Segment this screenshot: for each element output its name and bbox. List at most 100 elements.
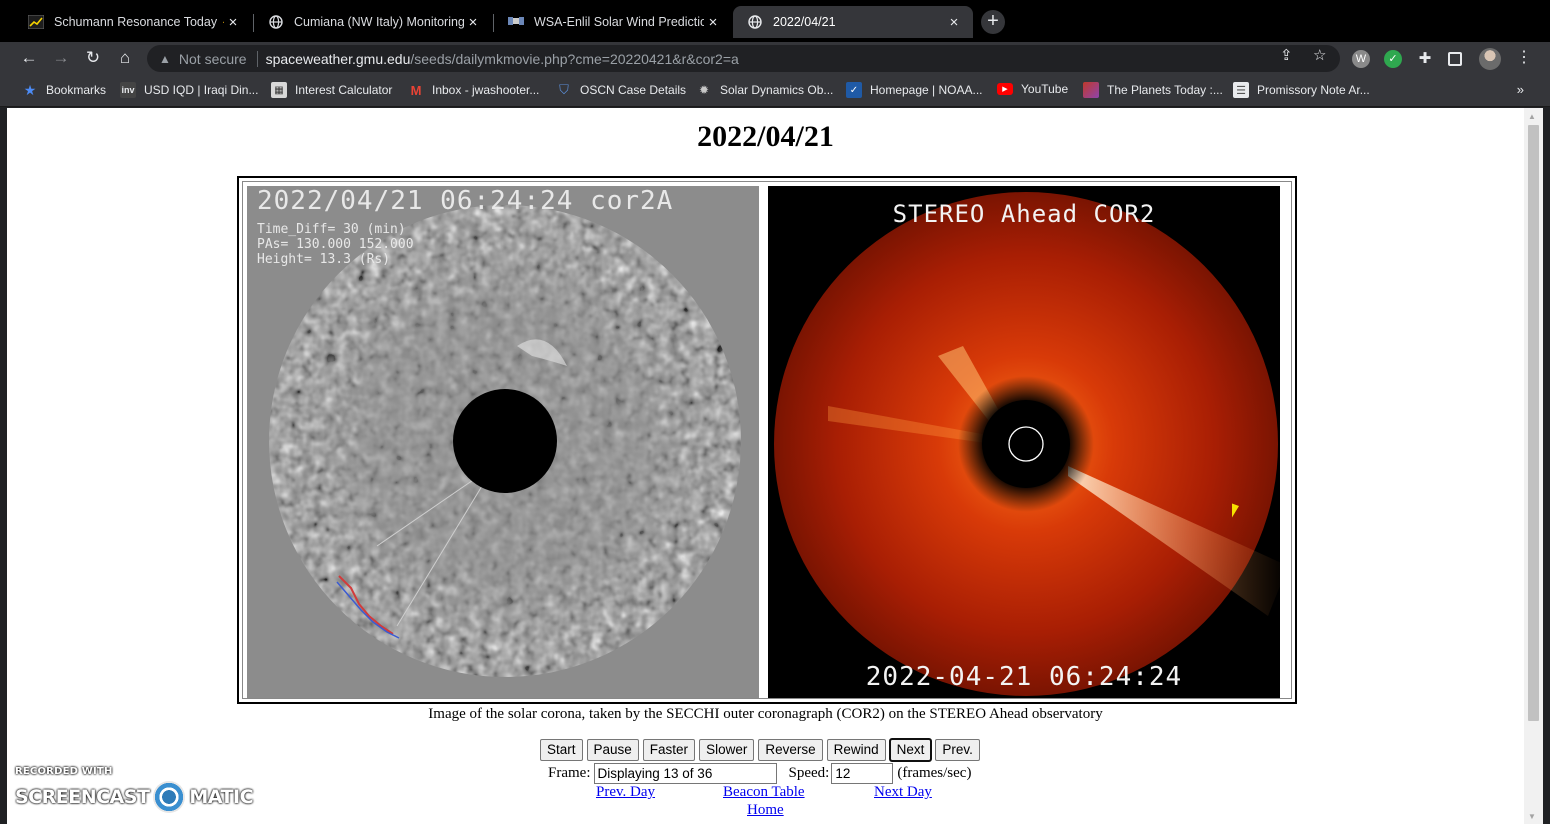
web-page: 2022/04/21 2022/04/21 06:24:24 cor2A Tim…	[7, 108, 1524, 824]
tab-wsa-enlil[interactable]: WSA-Enlil Solar Wind Prediction ×	[494, 6, 732, 38]
home-icon[interactable]: ⌂	[113, 46, 137, 70]
scrollbar-thumb[interactable]	[1528, 125, 1539, 721]
side-panel-icon[interactable]	[1448, 52, 1462, 66]
bookmarks-bar: ★ Bookmarks inv USD IQD | Iraqi Din... ▦…	[0, 74, 1550, 107]
bookmark-label: Promissory Note Ar...	[1257, 83, 1370, 97]
globe-icon	[747, 14, 763, 30]
scroll-down-icon[interactable]: ▼	[1528, 812, 1536, 821]
bookmark-label: Bookmarks	[46, 83, 107, 97]
close-icon[interactable]: ×	[224, 14, 242, 31]
bookmark-label: Inbox - jwashooter...	[432, 83, 540, 97]
frame-field[interactable]	[593, 763, 777, 784]
overlay-height: Height= 13.3 (Rs)	[257, 252, 391, 267]
planets-icon	[1083, 82, 1099, 98]
bookmark-inbox[interactable]: M Inbox - jwashooter...	[408, 82, 540, 98]
calculator-icon: ▦	[271, 82, 287, 98]
next-day-link[interactable]: Next Day	[874, 784, 932, 801]
bookmark-label: YouTube	[1021, 82, 1069, 96]
share-icon[interactable]: ⇪	[1280, 46, 1293, 64]
bookmark-promissory-note[interactable]: ☰ Promissory Note Ar...	[1233, 82, 1370, 98]
image-title: STEREO Ahead COR2	[892, 200, 1156, 228]
close-icon[interactable]: ×	[704, 14, 722, 31]
bookmark-usd-iqd[interactable]: inv USD IQD | Iraqi Din...	[120, 82, 258, 98]
next-button[interactable]: Next	[888, 738, 933, 762]
bookmark-interest-calculator[interactable]: ▦ Interest Calculator	[271, 82, 392, 98]
tab-2022-04-21[interactable]: 2022/04/21 ×	[733, 6, 973, 38]
bookmark-label: Interest Calculator	[295, 83, 393, 97]
bookmark-star-icon[interactable]: ☆	[1313, 46, 1326, 64]
security-label: Not secure	[178, 50, 247, 67]
noaa-icon: ✓	[846, 82, 862, 98]
bookmark-bookmarks[interactable]: ★ Bookmarks	[22, 82, 106, 98]
avatar[interactable]	[1479, 48, 1501, 70]
tab-title: WSA-Enlil Solar Wind Prediction	[534, 15, 704, 29]
new-tab-button[interactable]: +	[981, 10, 1005, 34]
watermark-brand-left: SCREENCAST	[15, 786, 150, 808]
divider	[256, 50, 258, 67]
bookmark-sdo[interactable]: ✹ Solar Dynamics Ob...	[696, 82, 833, 98]
tab-title: Schumann Resonance Today ⚡	[54, 14, 224, 29]
beacon-table-link[interactable]: Beacon Table	[723, 784, 805, 801]
bookmark-planets-today[interactable]: The Planets Today :...	[1083, 82, 1223, 98]
slower-button[interactable]: Slower	[699, 739, 755, 761]
sdo-icon: ✹	[698, 83, 710, 97]
reverse-button[interactable]: Reverse	[758, 739, 823, 761]
tab-schumann[interactable]: Schumann Resonance Today ⚡ ×	[14, 6, 252, 38]
bookmark-label: USD IQD | Iraqi Din...	[144, 83, 259, 97]
watermark-recorded-with: RECORDED WITH	[15, 766, 113, 777]
bookmark-youtube[interactable]: ▶ YouTube	[997, 82, 1068, 96]
speed-field[interactable]	[831, 763, 894, 784]
back-icon[interactable]: ←	[17, 46, 41, 70]
tab-strip: Schumann Resonance Today ⚡ × Cumiana (NW…	[0, 0, 1550, 42]
warning-icon: ▲	[159, 51, 171, 66]
bookmark-label: The Planets Today :...	[1107, 83, 1223, 97]
stereo-cor2-image: STEREO Ahead COR2 2022-04-21 06:24:24	[768, 186, 1280, 698]
menu-kebab-icon[interactable]: ⋮	[1516, 47, 1532, 67]
watermark-brand-right: MATIC	[189, 786, 254, 808]
address-bar[interactable]: ▲ Not secure spaceweather.gmu.edu /seeds…	[147, 45, 1340, 72]
home-link[interactable]: Home	[747, 802, 784, 819]
recorder-watermark: RECORDED WITH SCREENCAST MATIC	[15, 766, 254, 813]
browser-toolbar: ← → ↻ ⌂ ▲ Not secure spaceweather.gmu.ed…	[0, 42, 1550, 74]
inv-icon: inv	[120, 82, 136, 98]
image-timestamp: 2022-04-21 06:24:24	[865, 662, 1183, 692]
frame-speed-row: Frame: Speed: (frames/sec)	[548, 763, 971, 784]
tab-title: 2022/04/21	[773, 15, 836, 29]
pause-button[interactable]: Pause	[586, 739, 639, 761]
overlay-time-diff: Time_Diff= 30 (min)	[257, 222, 406, 237]
tab-title: Cumiana (NW Italy) Monitoring S	[294, 15, 464, 29]
forward-icon[interactable]: →	[49, 46, 73, 70]
prev-day-link[interactable]: Prev. Day	[596, 784, 655, 801]
extension-w-icon[interactable]: W	[1352, 50, 1370, 68]
running-difference-image: 2022/04/21 06:24:24 cor2A Time_Diff= 30 …	[247, 186, 759, 698]
frame-label: Frame:	[548, 765, 591, 781]
rewind-button[interactable]: Rewind	[826, 739, 886, 761]
window-edge	[1543, 108, 1550, 824]
satellite-icon	[508, 14, 524, 30]
start-button[interactable]: Start	[540, 739, 583, 761]
reload-icon[interactable]: ↻	[81, 46, 105, 70]
page-scrollbar[interactable]: ▲ ▼	[1524, 108, 1543, 824]
bookmark-oscn[interactable]: ⛉ OSCN Case Details	[556, 82, 686, 98]
prev-button[interactable]: Prev.	[935, 739, 980, 761]
close-icon[interactable]: ×	[945, 14, 963, 31]
screencast-logo-icon	[153, 781, 186, 813]
bookmarks-overflow-icon[interactable]: »	[1517, 82, 1524, 97]
bookmark-label: Solar Dynamics Ob...	[720, 83, 834, 97]
shield-icon: ⛉	[559, 82, 569, 97]
speed-label: Speed:	[788, 765, 830, 781]
chart-icon	[28, 14, 44, 30]
corona-graphic	[768, 186, 1280, 698]
faster-button[interactable]: Faster	[642, 739, 696, 761]
bookmark-noaa[interactable]: ✓ Homepage | NOAA...	[846, 82, 983, 98]
page-title: 2022/04/21	[697, 120, 834, 153]
extensions-puzzle-icon[interactable]: ✚	[1416, 50, 1434, 68]
url-host: spaceweather.gmu.edu	[265, 50, 411, 67]
document-icon: ☰	[1233, 82, 1249, 98]
close-icon[interactable]: ×	[464, 14, 482, 31]
extension-check-icon[interactable]: ✓	[1384, 50, 1402, 68]
scroll-up-icon[interactable]: ▲	[1528, 112, 1536, 121]
image-caption: Image of the solar corona, taken by the …	[428, 706, 1103, 722]
tab-cumiana[interactable]: Cumiana (NW Italy) Monitoring S ×	[254, 6, 492, 38]
bookmark-label: OSCN Case Details	[580, 83, 687, 97]
